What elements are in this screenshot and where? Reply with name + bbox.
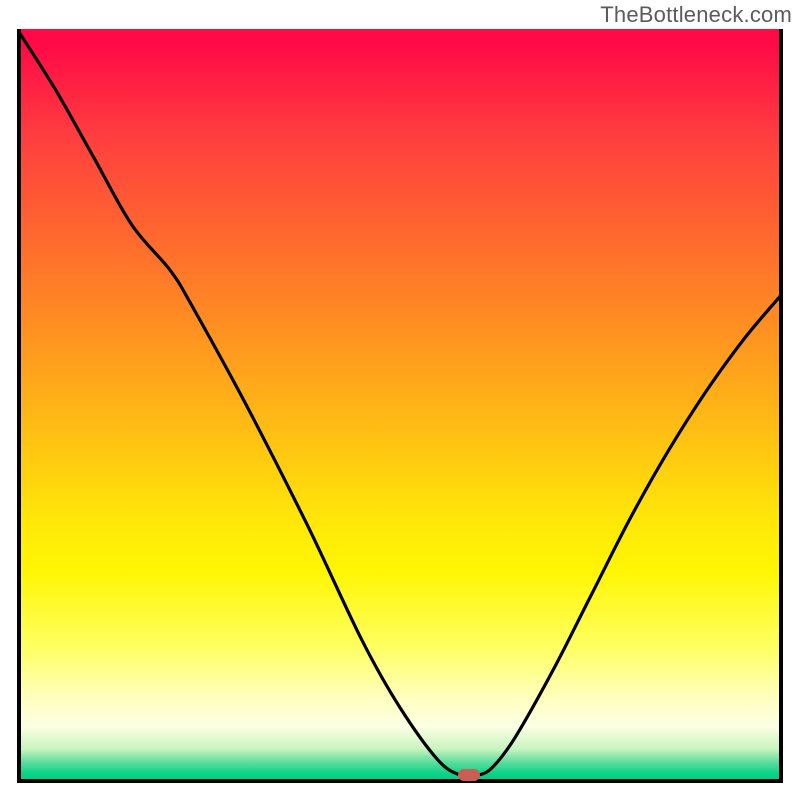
optimal-marker <box>458 769 480 781</box>
bottleneck-curve <box>17 29 783 783</box>
watermark-text: TheBottleneck.com <box>600 2 792 28</box>
chart-container: TheBottleneck.com <box>0 0 800 800</box>
curve-path <box>17 29 783 777</box>
plot-area <box>17 29 783 783</box>
